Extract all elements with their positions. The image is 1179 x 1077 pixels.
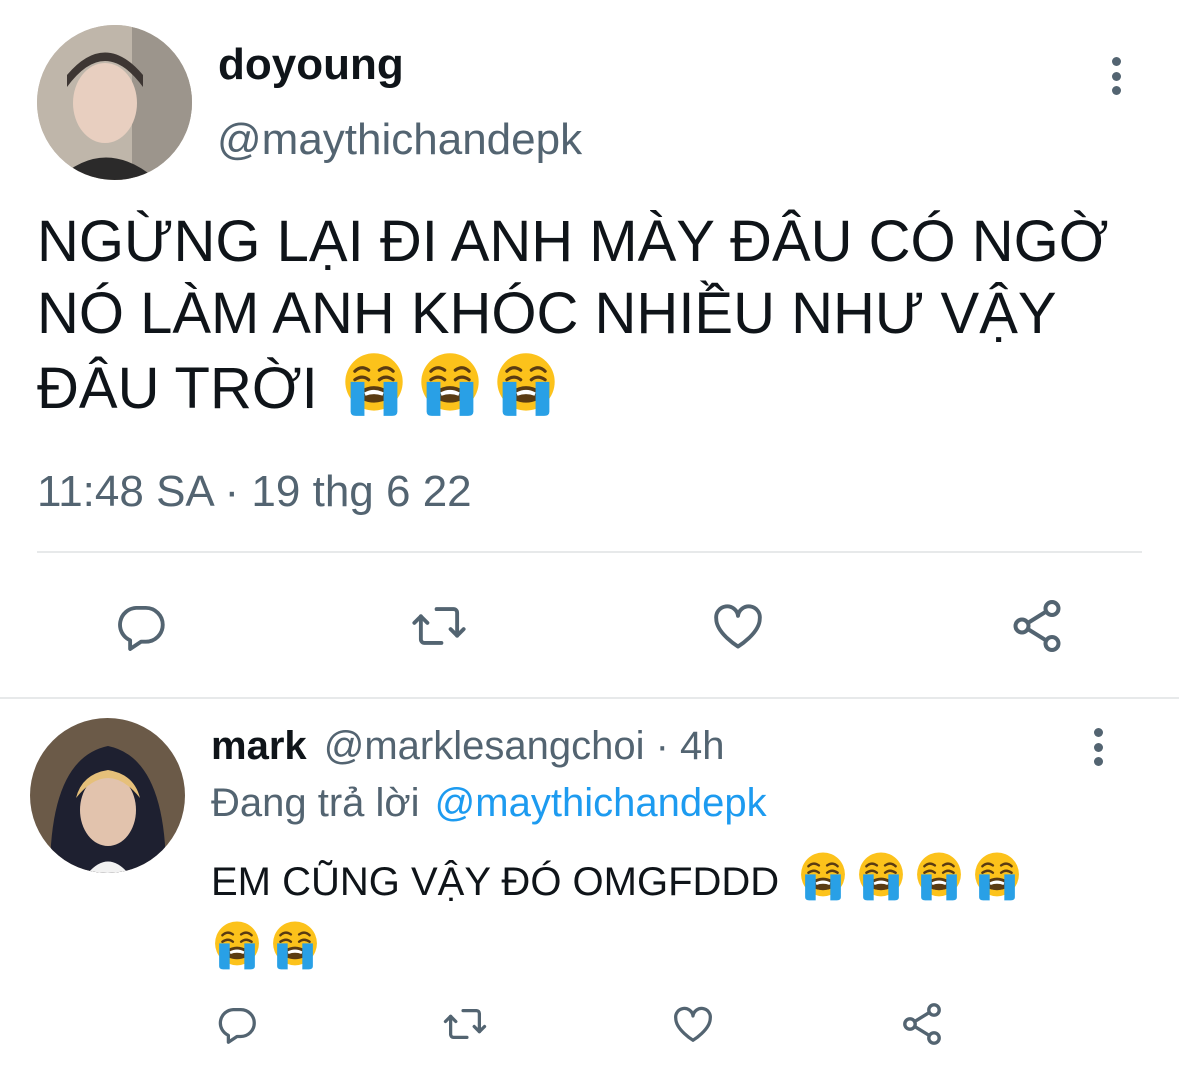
loudly-crying-face-icon xyxy=(492,350,560,435)
replying-to: Đang trả lời @maythichandepk xyxy=(211,777,767,829)
replying-to-link[interactable]: @maythichandepk xyxy=(435,781,767,825)
reply-retweet-icon[interactable] xyxy=(440,1001,490,1047)
tweet-text-line: NÓ LÀM ANH KHÓC NHIỀU NHƯ VẬY xyxy=(37,281,1057,346)
loudly-crying-face-icon xyxy=(913,850,965,919)
reply-header: mark @marklesangchoi · 4h xyxy=(211,720,725,772)
emoji-group xyxy=(211,921,327,973)
reply-text: EM CŨNG VẬY ĐÓ OMGFDDD xyxy=(211,850,1111,988)
retweet-icon[interactable] xyxy=(408,597,470,655)
tweet-text: NGỪNG LẠI ĐI ANH MÀY ĐÂU CÓ NGỜ NÓ LÀM A… xyxy=(37,206,1108,435)
section-divider xyxy=(0,697,1179,699)
divider xyxy=(37,551,1142,553)
reply-more-options-icon[interactable] xyxy=(1092,728,1104,766)
reply-reply-icon[interactable] xyxy=(214,1001,260,1047)
reply-author-avatar[interactable] xyxy=(30,718,185,873)
tweet-text-line: ĐÂU TRỜI xyxy=(37,350,1108,435)
emoji-group xyxy=(797,852,1029,904)
author-handle[interactable]: @maythichandepk xyxy=(217,112,582,168)
reply-icon[interactable] xyxy=(112,597,170,655)
loudly-crying-face-icon xyxy=(971,850,1023,919)
like-icon[interactable] xyxy=(707,597,769,655)
replying-to-label: Đang trả lời xyxy=(211,781,420,825)
author-name[interactable]: doyoung xyxy=(218,38,404,92)
loudly-crying-face-icon xyxy=(211,919,263,988)
loudly-crying-face-icon xyxy=(269,919,321,988)
reply-like-icon[interactable] xyxy=(668,1001,718,1047)
reply-author-meta[interactable]: @marklesangchoi · 4h xyxy=(324,724,725,768)
reply-share-icon[interactable] xyxy=(897,1000,947,1048)
author-avatar[interactable] xyxy=(37,25,192,180)
loudly-crying-face-icon xyxy=(340,350,408,435)
emoji-group xyxy=(340,353,568,421)
loudly-crying-face-icon xyxy=(416,350,484,435)
more-options-icon[interactable] xyxy=(1110,57,1122,95)
loudly-crying-face-icon xyxy=(797,850,849,919)
share-icon[interactable] xyxy=(1006,596,1068,656)
reply-author-name[interactable]: mark xyxy=(211,724,307,768)
loudly-crying-face-icon xyxy=(855,850,907,919)
tweet-text-line: NGỪNG LẠI ĐI ANH MÀY ĐÂU CÓ NGỜ xyxy=(37,209,1109,274)
tweet-timestamp[interactable]: 11:48 SA · 19 thg 6 22 xyxy=(37,466,472,518)
